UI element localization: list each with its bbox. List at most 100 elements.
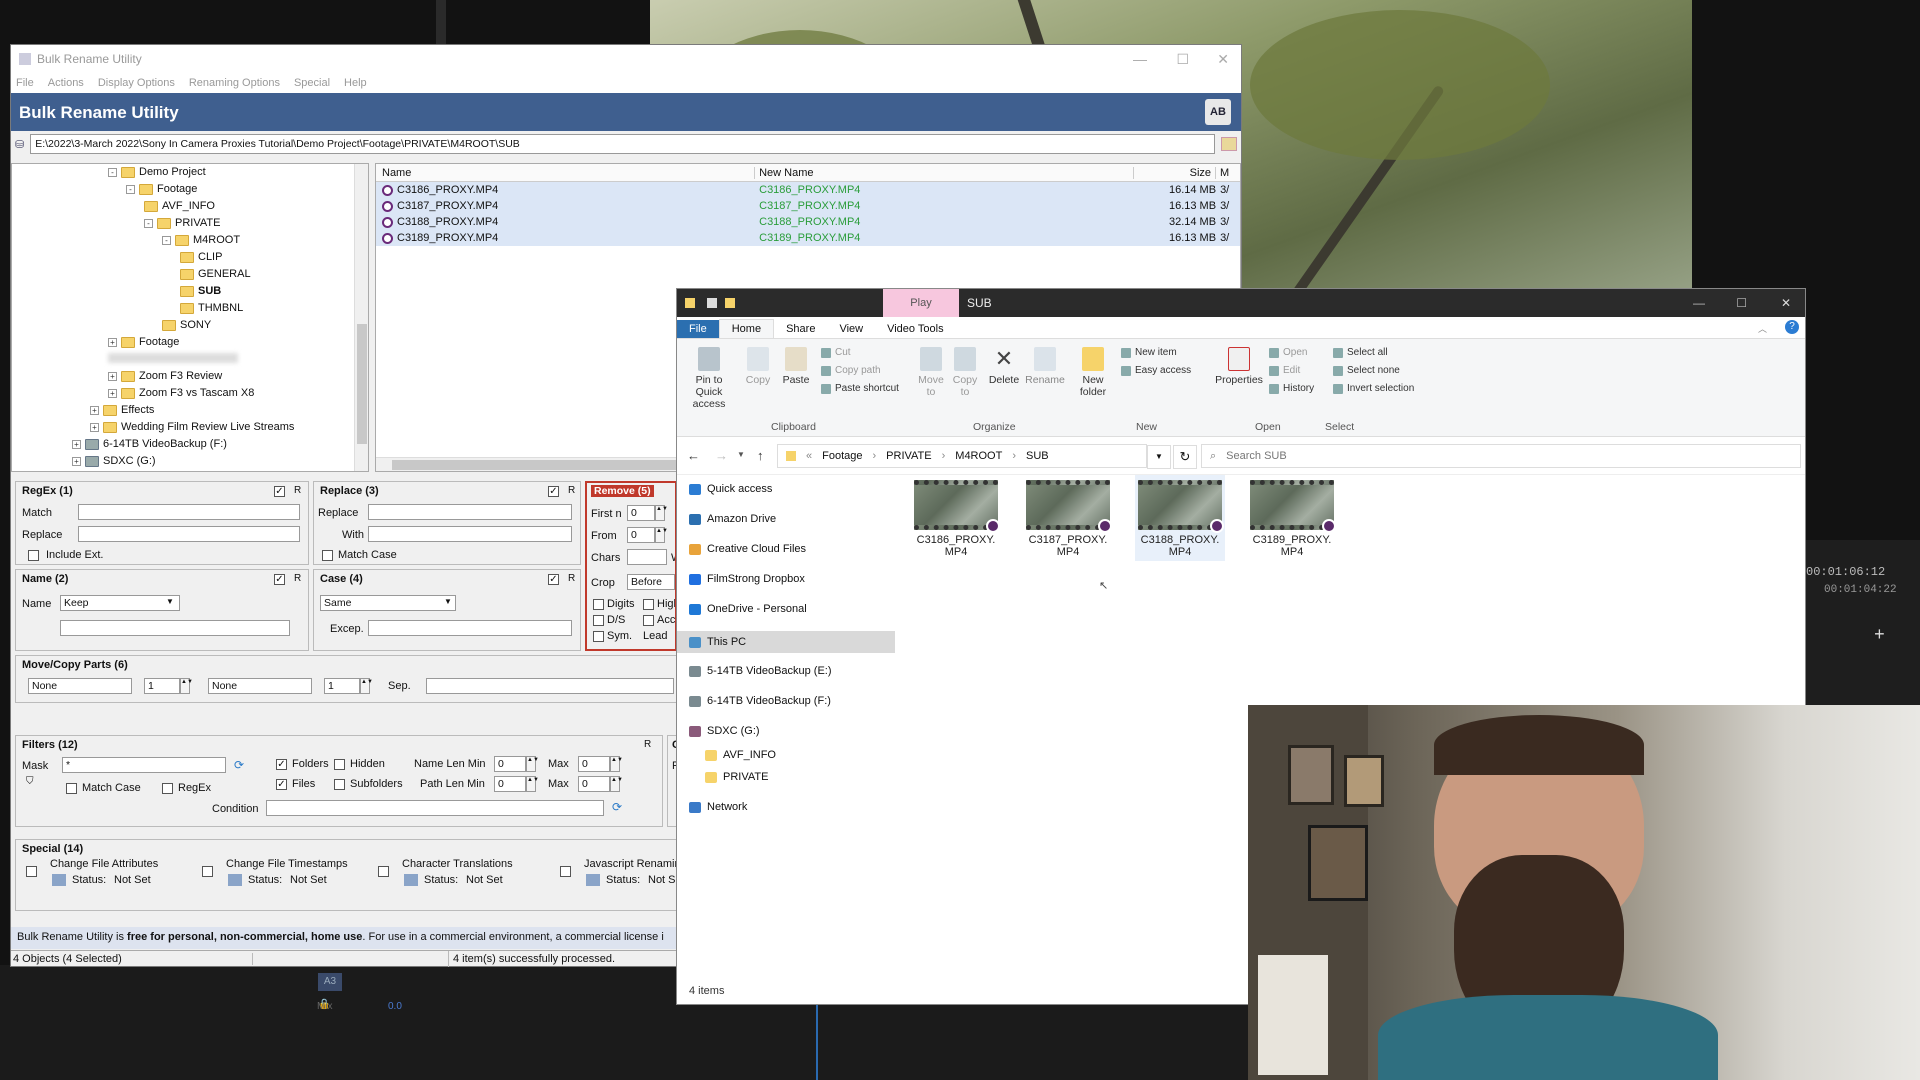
regex-enable-checkbox[interactable]: ✓ [274,486,285,497]
menu-renaming-options[interactable]: Renaming Options [189,77,280,89]
nav-item[interactable]: 6-14TB VideoBackup (F:) [689,695,831,707]
menu-file[interactable]: File [16,77,34,89]
menu-display-options[interactable]: Display Options [98,77,175,89]
first-n-spinner[interactable]: ▲▼ [655,505,668,521]
refresh-icon[interactable]: ↻ [1173,445,1197,469]
tree-node[interactable]: + Effects [90,404,154,416]
up-icon[interactable]: ↑ [757,448,764,463]
case-reset-button[interactable]: R [568,573,575,584]
select-none-button[interactable]: Select none [1333,365,1400,376]
file-row[interactable]: C3186_PROXY.MP4 C3186_PROXY.MP4 16.14 MB 3/ [376,182,1240,198]
delete-button[interactable]: ✕ Delete [987,347,1021,387]
filter-regex-checkbox[interactable] [162,783,173,794]
file-row[interactable]: C3189_PROXY.MP4 C3189_PROXY.MP4 16.13 MB 3/ [376,230,1240,246]
col-name[interactable]: Name [376,166,756,179]
close-icon[interactable]: ✕ [1781,296,1791,310]
crop-select[interactable]: Before [627,574,675,590]
tree-node[interactable]: + Zoom F3 Review [108,370,222,382]
properties-button[interactable]: Properties [1215,347,1263,386]
maximize-icon[interactable]: ☐ [1736,296,1747,310]
nav-item[interactable]: FilmStrong Dropbox [689,573,805,585]
open-button[interactable]: Open [1269,347,1307,358]
hidden-checkbox[interactable] [334,759,345,770]
file-row[interactable]: C3188_PROXY.MP4 C3188_PROXY.MP4 32.14 MB 3/ [376,214,1240,230]
filter-icon[interactable]: ⛉ [26,776,34,787]
drive-icon[interactable]: ⛁ [15,138,24,151]
move-select-2[interactable]: None [208,678,312,694]
invert-selection-button[interactable]: Invert selection [1333,383,1414,394]
path-input[interactable]: E:\2022\3-March 2022\Sony In Camera Prox… [30,134,1215,154]
match-case-checkbox[interactable] [322,550,333,561]
properties-icon[interactable] [707,298,717,308]
expander-icon[interactable]: + [90,422,99,432]
easy-access-button[interactable]: Easy access [1121,365,1191,376]
tree-node[interactable]: + SDXC (G:) [72,455,156,467]
chevron-down-icon[interactable]: ▼ [166,597,174,606]
tree-node[interactable] [108,353,238,363]
first-n-input[interactable]: 0 [627,505,655,521]
chars-input[interactable] [627,549,667,565]
nav-item[interactable]: Quick access [689,483,772,495]
tab-share[interactable]: Share [774,320,827,338]
tree-node[interactable]: +6-14TB VideoBackup (F:) [72,438,227,450]
from-spinner[interactable]: ▲▼ [655,527,668,543]
file-thumbnail[interactable]: C3189_PROXY.MP4 [1247,475,1337,561]
paste-button[interactable]: Paste [779,347,813,386]
tree-node[interactable]: - Footage [126,183,197,195]
tree-node[interactable]: - PRIVATE [144,217,220,229]
regex-replace-input[interactable] [78,526,300,542]
special-icon[interactable] [404,874,418,886]
folders-checkbox[interactable]: ✓ [276,759,287,770]
minimize-icon[interactable]: — [1133,51,1147,67]
name-len-min-input[interactable]: 0 [494,756,526,772]
nav-item[interactable]: Network [689,801,747,813]
special-icon[interactable] [52,874,66,886]
regex-match-input[interactable] [78,504,300,520]
tab-view[interactable]: View [827,320,875,338]
expander-icon[interactable]: - [108,167,117,177]
tree-node[interactable]: SUB [180,285,221,297]
tree-node[interactable]: + Zoom F3 vs Tascam X8 [108,387,254,399]
menu-special[interactable]: Special [294,77,330,89]
breadcrumb-private[interactable]: PRIVATE [886,450,931,462]
name-input[interactable] [60,620,290,636]
tree-scrollbar[interactable] [354,164,368,471]
maximize-icon[interactable]: ☐ [1176,51,1189,68]
sep-input[interactable] [426,678,674,694]
col-m[interactable]: M [1216,167,1240,179]
move-spinner-2[interactable]: ▲▼ [360,678,373,694]
tree-node[interactable]: SONY [162,319,211,331]
regex-reset-button[interactable]: R [294,485,301,496]
cut-button[interactable]: Cut [821,347,851,358]
copy-button[interactable]: Copy [741,347,775,386]
titlebar[interactable]: Bulk Rename Utility — ☐ ✕ [11,45,1241,73]
high-checkbox[interactable] [643,599,654,610]
move-num-2[interactable]: 1 [324,678,360,694]
paste-shortcut-button[interactable]: Paste shortcut [821,383,899,394]
tree-node[interactable]: - M4ROOT [162,234,240,246]
sym-checkbox[interactable] [593,631,604,642]
replace-enable-checkbox[interactable]: ✓ [548,486,559,497]
with-input[interactable] [368,526,572,542]
explorer-titlebar[interactable]: Play SUB — ☐ ✕ [677,289,1805,317]
expander-icon[interactable]: - [144,218,153,228]
nav-item[interactable]: AVF_INFO [705,749,776,761]
tab-home[interactable]: Home [718,319,775,338]
tree-node[interactable]: AVF_INFO [144,200,215,212]
col-size[interactable]: Size [1134,166,1217,179]
file-row[interactable]: C3187_PROXY.MP4 C3187_PROXY.MP4 16.13 MB 3/ [376,198,1240,214]
search-box[interactable]: ⌕ Search SUB [1201,444,1801,468]
track-label[interactable]: A3 [318,973,342,991]
special-icon[interactable] [586,874,600,886]
chevron-down-icon[interactable]: ▼ [444,597,452,606]
edit-button[interactable]: Edit [1269,365,1300,376]
expander-icon[interactable]: - [126,184,135,194]
nav-item[interactable]: This PC [677,631,895,653]
file-thumbnail[interactable]: C3188_PROXY.MP4 [1135,475,1225,561]
expander-icon[interactable]: + [72,439,81,449]
breadcrumb-sub[interactable]: SUB [1026,450,1049,462]
new-item-button[interactable]: New item [1121,347,1177,358]
back-icon[interactable]: ← [687,448,700,463]
copy-path-button[interactable]: Copy path [821,365,881,376]
tree-node[interactable]: - Demo Project [108,166,206,178]
